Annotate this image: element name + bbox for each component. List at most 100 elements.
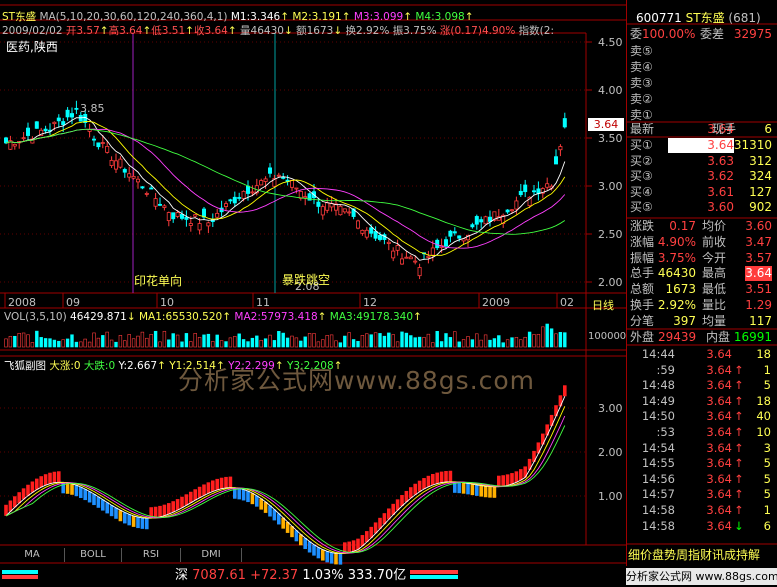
inner-volume: 16991: [733, 330, 772, 344]
volume-bar: [180, 341, 184, 348]
volume-bar: [184, 333, 189, 348]
volume-bar: [470, 339, 475, 348]
indicator-bar: [39, 476, 43, 488]
candle-body: [562, 118, 567, 128]
volume-bar: [140, 331, 145, 348]
indicator-bar: [184, 494, 189, 506]
stock-name: ST东盛: [2, 11, 37, 23]
volume-bar: [259, 339, 263, 348]
stat-value: 397: [673, 313, 696, 328]
volume-bar: [343, 335, 347, 348]
volume-bar: [65, 338, 70, 348]
candle-body: [153, 198, 158, 207]
indicator-bar: [211, 480, 215, 492]
candle-body: [391, 250, 396, 259]
indicator-bar: [224, 476, 228, 488]
stat-row: 总手 46430 最高 3.64: [628, 266, 775, 282]
tick-row: 14:58 3.64 ↓ 6: [628, 519, 775, 534]
tick-row: 14:55 3.64 ↑ 5: [628, 456, 775, 471]
date-tick: 09: [66, 296, 80, 309]
candle-body: [342, 208, 347, 213]
volume-bar: [334, 340, 338, 348]
stat-label: 最高: [702, 266, 727, 281]
candle-body: [338, 205, 343, 216]
tab-dmi[interactable]: DMI: [181, 548, 242, 562]
candle-body: [316, 201, 321, 207]
indicator-bar: [74, 485, 79, 497]
volume-bar: [83, 338, 87, 348]
volume-bar: [255, 335, 259, 348]
candle-body: [554, 156, 559, 165]
volume-bar: [483, 334, 488, 348]
indicator-bar: [334, 553, 338, 565]
volume-bar: [219, 340, 224, 348]
volume-bar: [35, 330, 39, 348]
amount-value: 额1673: [296, 25, 334, 37]
candle-body: [250, 191, 255, 194]
volume-bar: [175, 334, 180, 348]
sidebar-tabs[interactable]: 细价盘势周指财讯成持解: [628, 546, 760, 563]
buy-quantity: 902: [749, 200, 772, 215]
site-banner[interactable]: 分析家公式网 www.88gs.com: [626, 568, 777, 585]
period-label[interactable]: 日线: [592, 297, 614, 313]
indicator-bar: [488, 486, 492, 498]
volume-bar: [378, 333, 382, 348]
tick-price: 3.64: [706, 362, 732, 377]
tick-direction-icon: ↑: [734, 503, 744, 517]
volume-bar: [131, 338, 136, 348]
indicator-bar: [145, 518, 149, 530]
volume-bar: [373, 332, 378, 348]
stat-value: 46430: [657, 266, 696, 281]
stat-row: 振幅 3.75% 今开 3.57: [628, 251, 775, 266]
indicator-bar: [118, 510, 123, 522]
indicator-bar: [202, 484, 206, 496]
candle-body: [426, 255, 431, 258]
tick-price: 3.64: [706, 347, 732, 361]
volume-bar: [61, 339, 65, 348]
status-activity-right: [410, 570, 458, 579]
indicator-bar: [439, 471, 444, 483]
tick-row: 14:56 3.64 ↑ 5: [628, 472, 775, 487]
indicator-bar: [492, 486, 497, 498]
candle-body: [360, 229, 365, 234]
indicator-bar: [483, 486, 488, 498]
market-index-readout: 深 7087.61 +72.37 1.03% 333.70亿: [175, 566, 406, 585]
indicator-bar: [35, 478, 39, 490]
indicator-bar: [153, 506, 158, 518]
indicator-bar: [554, 405, 558, 417]
candle-body: [56, 117, 61, 122]
volume-bar: [52, 339, 57, 348]
candle-body: [276, 174, 281, 177]
volume-bar: [422, 337, 426, 348]
tab-boll[interactable]: BOLL: [65, 548, 122, 562]
tick-time: 14:58: [641, 518, 675, 533]
candle-body: [70, 113, 75, 118]
candle-body: [131, 176, 136, 179]
volume-bar: [475, 333, 479, 348]
indicator-bar: [241, 489, 246, 501]
candle-body: [474, 216, 479, 225]
volume-bar: [290, 335, 294, 348]
stat-label: 最低: [702, 282, 727, 297]
candle-body: [184, 216, 189, 220]
indicator-bar: [514, 471, 519, 483]
tick-direction-icon: ↑: [734, 409, 744, 424]
volume-bar: [114, 341, 118, 348]
volume-bar: [519, 339, 523, 348]
indicator-bar: [70, 483, 74, 495]
m3-value: M3:3.099: [353, 11, 404, 23]
market-amount: 333.70亿: [347, 568, 407, 583]
tab-ma[interactable]: MA: [0, 548, 65, 562]
indicator-bar: [505, 474, 510, 486]
indicator-bar: [180, 496, 184, 508]
indicator-bar: [92, 494, 96, 506]
close-value: 收3.64: [193, 25, 228, 37]
volume-indicator-name: VOL(3,5,10): [4, 311, 67, 323]
candle-body: [52, 121, 57, 125]
status-activity-left: [2, 570, 38, 579]
tab-rsi[interactable]: RSI: [122, 548, 181, 562]
candle-body: [518, 190, 523, 196]
tick-direction-icon: ↑: [734, 471, 744, 486]
volume-bar: [167, 339, 171, 348]
indicator-bar: [109, 505, 114, 517]
